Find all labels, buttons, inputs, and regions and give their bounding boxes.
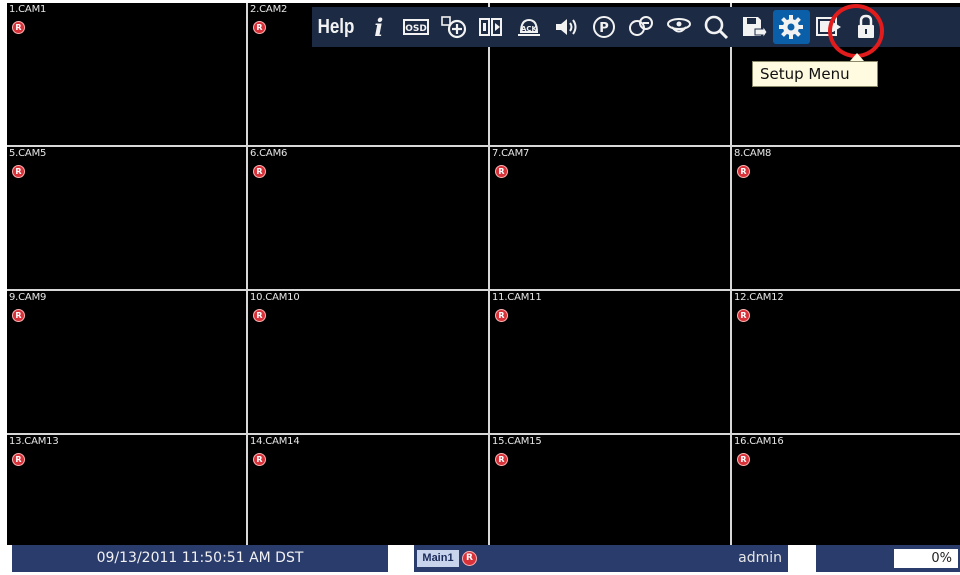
setup-button[interactable] bbox=[772, 10, 810, 44]
camera-label: 13.CAM13 bbox=[9, 436, 59, 447]
camera-tile-8[interactable]: 8.CAM8 R bbox=[732, 147, 960, 289]
help-button[interactable]: Help bbox=[316, 16, 357, 39]
camera-label: 10.CAM10 bbox=[250, 292, 300, 303]
record-indicator-icon: R bbox=[12, 309, 25, 322]
record-indicator-icon: R bbox=[253, 453, 266, 466]
main-toolbar: Help i OSD ACK P bbox=[312, 7, 960, 47]
camera-label: 8.CAM8 bbox=[734, 148, 772, 159]
record-indicator-icon: R bbox=[495, 453, 508, 466]
camera-menu-icon bbox=[666, 18, 691, 33]
freeze-icon bbox=[479, 18, 503, 36]
camera-label: 9.CAM9 bbox=[9, 292, 47, 303]
info-button[interactable]: i bbox=[360, 10, 398, 44]
datetime-display: 09/13/2011 11:50:51 AM DST bbox=[12, 545, 388, 572]
camera-tile-11[interactable]: 11.CAM11 R bbox=[490, 291, 730, 433]
record-indicator-icon: R bbox=[12, 21, 25, 34]
sequence-icon bbox=[629, 16, 654, 36]
camera-label: 6.CAM6 bbox=[250, 148, 288, 159]
search-button[interactable] bbox=[698, 10, 736, 44]
current-user: admin bbox=[738, 550, 782, 566]
digital-zoom-icon bbox=[440, 16, 466, 39]
playback-icon bbox=[815, 17, 841, 36]
osd-button[interactable]: OSD bbox=[398, 10, 436, 44]
camera-label: 2.CAM2 bbox=[250, 4, 288, 15]
status-panel: Main1 R admin bbox=[414, 545, 788, 572]
playback-button[interactable] bbox=[810, 10, 848, 44]
main-monitor-label[interactable]: Main1 bbox=[417, 550, 459, 567]
camera-label: 11.CAM11 bbox=[492, 292, 542, 303]
camera-tile-6[interactable]: 6.CAM6 R bbox=[248, 147, 488, 289]
record-indicator-icon: R bbox=[737, 309, 750, 322]
setup-icon bbox=[779, 15, 804, 39]
record-indicator-icon: R bbox=[12, 165, 25, 178]
camera-tile-9[interactable]: 9.CAM9 R bbox=[7, 291, 246, 433]
svg-text:P: P bbox=[599, 21, 609, 36]
camera-label: 14.CAM14 bbox=[250, 436, 300, 447]
lock-button[interactable] bbox=[848, 10, 886, 44]
search-icon bbox=[704, 15, 729, 40]
camera-tile-12[interactable]: 12.CAM12 R bbox=[732, 291, 960, 433]
osd-icon: OSD bbox=[403, 19, 430, 35]
lock-icon bbox=[858, 14, 875, 38]
alarm-ack-icon: ACK bbox=[517, 18, 540, 36]
digital-zoom-button[interactable] bbox=[435, 10, 473, 44]
camera-label: 1.CAM1 bbox=[9, 4, 47, 15]
ptz-icon: P bbox=[592, 16, 615, 38]
camera-tile-13[interactable]: 13.CAM13 R bbox=[7, 435, 246, 545]
record-indicator-icon: R bbox=[737, 165, 750, 178]
freeze-button[interactable] bbox=[473, 10, 511, 44]
camera-tile-15[interactable]: 15.CAM15 R bbox=[490, 435, 730, 545]
camera-label: 15.CAM15 bbox=[492, 436, 542, 447]
progress-panel: 0% bbox=[816, 545, 960, 572]
camera-tile-7[interactable]: 7.CAM7 R bbox=[490, 147, 730, 289]
camera-label: 12.CAM12 bbox=[734, 292, 784, 303]
camera-label: 7.CAM7 bbox=[492, 148, 530, 159]
camera-tile-10[interactable]: 10.CAM10 R bbox=[248, 291, 488, 433]
camera-tile-14[interactable]: 14.CAM14 R bbox=[248, 435, 488, 545]
ptz-button[interactable]: P bbox=[585, 10, 623, 44]
osd-icon-label: OSD bbox=[405, 24, 427, 34]
ack-icon-label: ACK bbox=[521, 25, 538, 33]
tooltip-pointer bbox=[850, 53, 864, 61]
camera-label: 16.CAM16 bbox=[734, 436, 784, 447]
info-icon: i bbox=[374, 12, 384, 42]
camera-label: 5.CAM5 bbox=[9, 148, 47, 159]
record-indicator-icon: R bbox=[253, 21, 266, 34]
alarm-ack-button[interactable]: ACK bbox=[510, 10, 548, 44]
record-indicator-icon: R bbox=[253, 309, 266, 322]
record-indicator-icon: R bbox=[495, 165, 508, 178]
camera-menu-button[interactable] bbox=[660, 10, 698, 44]
camera-tile-5[interactable]: 5.CAM5 R bbox=[7, 147, 246, 289]
sequence-button[interactable] bbox=[623, 10, 661, 44]
export-icon bbox=[742, 17, 767, 40]
export-button[interactable] bbox=[735, 10, 773, 44]
record-indicator-icon: R bbox=[253, 165, 266, 178]
record-indicator-icon: R bbox=[495, 309, 508, 322]
record-indicator-icon: R bbox=[737, 453, 750, 466]
record-status-icon: R bbox=[462, 551, 477, 566]
camera-tile-1[interactable]: 1.CAM1 R bbox=[7, 3, 246, 145]
progress-value: 0% bbox=[894, 549, 958, 568]
setup-menu-tooltip: Setup Menu bbox=[752, 61, 878, 87]
audio-button[interactable] bbox=[548, 10, 586, 44]
record-indicator-icon: R bbox=[12, 453, 25, 466]
camera-tile-16[interactable]: 16.CAM16 R bbox=[732, 435, 960, 545]
audio-icon bbox=[556, 19, 577, 35]
